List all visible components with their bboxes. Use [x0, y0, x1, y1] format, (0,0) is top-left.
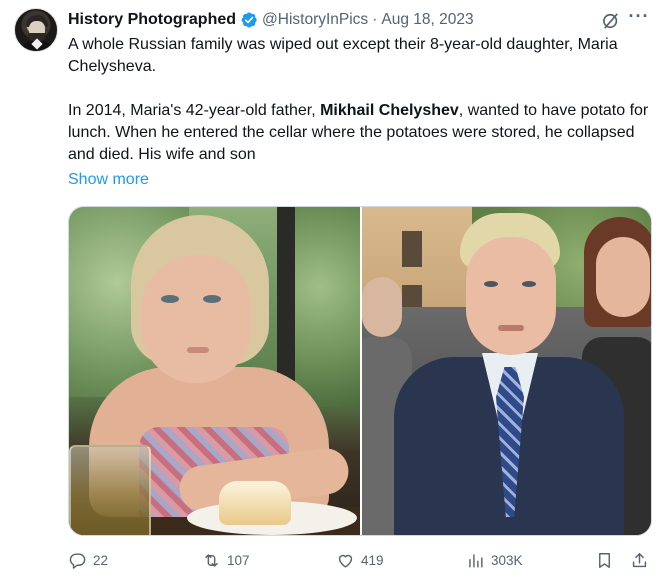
- user-handle[interactable]: @HistoryInPics: [262, 11, 368, 29]
- girl-face: [141, 255, 251, 383]
- man-mouth: [498, 325, 524, 331]
- show-more-link[interactable]: Show more: [68, 171, 149, 189]
- glass: [69, 445, 151, 535]
- retweet-count: 107: [227, 552, 250, 568]
- man-left-face: [362, 277, 402, 337]
- tweet-date[interactable]: Aug 18, 2023: [381, 11, 473, 29]
- tweet-media: [68, 206, 652, 536]
- man-eye: [484, 281, 498, 287]
- tweet-paragraph-2-start: In 2014, Maria's 42-year-old father,: [68, 102, 321, 119]
- post: [277, 207, 295, 397]
- views-button[interactable]: 303K: [466, 548, 523, 572]
- avatar[interactable]: [14, 8, 58, 52]
- more-options-icon[interactable]: ···: [627, 6, 651, 30]
- man-eye: [522, 281, 536, 287]
- tweet-header: History Photographed @HistoryInPics · Au…: [68, 9, 474, 31]
- cake: [219, 481, 291, 525]
- tweet-text: A whole Russian family was wiped out exc…: [68, 34, 652, 166]
- girl-at-table-photo[interactable]: [69, 207, 360, 535]
- girl-eye: [203, 295, 221, 303]
- reply-icon: [69, 552, 86, 569]
- like-count: 419: [361, 552, 384, 568]
- tweet-card[interactable]: History Photographed @HistoryInPics · Au…: [0, 0, 660, 580]
- grok-icon[interactable]: [601, 11, 621, 31]
- share-icon: [632, 552, 647, 567]
- young-man-in-suit-photo[interactable]: [362, 207, 651, 535]
- tweet-paragraph-2: In 2014, Maria's 42-year-old father, Mik…: [68, 100, 652, 166]
- retweet-icon: [205, 553, 218, 567]
- display-name[interactable]: History Photographed: [68, 11, 236, 29]
- girl-mouth: [187, 347, 209, 353]
- views-chart-icon: [469, 553, 483, 568]
- woman-face: [596, 237, 650, 317]
- man-face: [466, 237, 556, 355]
- retweet-button[interactable]: 107: [202, 548, 250, 572]
- bookmark-icon: [599, 552, 610, 568]
- reply-button[interactable]: 22: [68, 548, 108, 572]
- share-button[interactable]: [630, 548, 649, 572]
- view-count: 303K: [491, 552, 523, 568]
- like-button[interactable]: 419: [336, 548, 384, 572]
- verified-badge-icon: [241, 12, 257, 28]
- bookmark-button[interactable]: [595, 548, 614, 572]
- separator-dot: ·: [372, 11, 378, 28]
- tweet-paragraph-1: A whole Russian family was wiped out exc…: [68, 36, 618, 75]
- heart-icon: [338, 554, 353, 568]
- tweet-bold-name: Mikhail Chelyshev: [320, 102, 459, 119]
- window: [402, 231, 422, 267]
- girl-eye: [161, 295, 179, 303]
- reply-count: 22: [93, 552, 109, 568]
- tweet-actions: 22 107 419 303K: [68, 548, 652, 572]
